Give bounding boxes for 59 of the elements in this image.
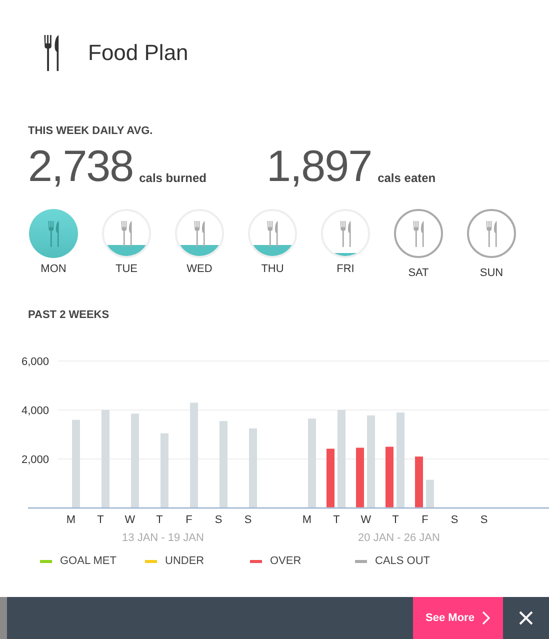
week-label: 13 JAN - 19 JAN [122, 532, 204, 544]
legend-label: UNDER [165, 555, 204, 567]
bar [356, 448, 364, 508]
day-label: WED [186, 263, 214, 275]
day-label: MON [40, 263, 68, 275]
fork-knife-icon [266, 220, 278, 246]
day-label: SAT [407, 267, 430, 279]
legend-swatch [355, 560, 367, 562]
axis-label: S [244, 514, 252, 526]
bar [386, 446, 394, 508]
day-button[interactable] [394, 209, 443, 258]
axis-label: M [66, 514, 76, 526]
legend-label: GOAL MET [60, 555, 116, 567]
fork-knife-icon [486, 220, 496, 246]
close-button[interactable] [503, 597, 549, 639]
axis-label: F [422, 514, 428, 526]
fork-knife-icon [120, 220, 132, 246]
fork-knife-icon [44, 35, 59, 71]
axis-label: T [97, 514, 104, 526]
day-button[interactable] [467, 209, 516, 258]
bar [415, 456, 423, 508]
fork-knife-icon [48, 220, 58, 246]
legend-swatch [250, 560, 262, 562]
day-button[interactable] [29, 209, 78, 258]
axis-label: W [124, 514, 136, 526]
bar [326, 448, 334, 508]
day-label: THU [260, 263, 285, 275]
legend-label: OVER [270, 555, 302, 567]
axis-label: W [360, 514, 372, 526]
section-heading: PAST 2 WEEKS [28, 309, 110, 321]
close-icon [519, 611, 533, 625]
axis-label: T [392, 514, 399, 526]
day-label: FRI [336, 263, 356, 275]
see-more-button[interactable]: See More [413, 597, 503, 639]
stat-unit: cals burned [139, 171, 206, 187]
week-label: 20 JAN - 26 JAN [358, 532, 440, 544]
fork-knife-icon [412, 220, 424, 246]
axis-label: S [480, 514, 488, 526]
axis-label: S [214, 514, 222, 526]
day-label: TUE [114, 263, 138, 275]
bar [426, 480, 434, 508]
axis-label: T [156, 514, 163, 526]
axis-label: S [450, 514, 458, 526]
section-heading: THIS WEEK DAILY AVG. [28, 125, 154, 137]
stat-unit: cals eaten [378, 171, 436, 187]
legend-label: CALS OUT [375, 555, 430, 567]
page-title: Food Plan [88, 40, 188, 66]
fork-knife-icon [340, 220, 350, 246]
axis-label: 4,000 [21, 405, 49, 417]
axis-label: 2,000 [21, 454, 49, 466]
axis-label: F [186, 514, 192, 526]
chevron-icon [482, 611, 490, 625]
axis-label: M [302, 514, 312, 526]
stat-value: 2,738 [28, 145, 134, 189]
axis-label: T [333, 514, 340, 526]
axis-label: 6,000 [21, 356, 49, 368]
day-label: SUN [478, 267, 504, 279]
fork-knife-icon [194, 220, 204, 246]
stat-value: 1,897 [266, 145, 372, 189]
